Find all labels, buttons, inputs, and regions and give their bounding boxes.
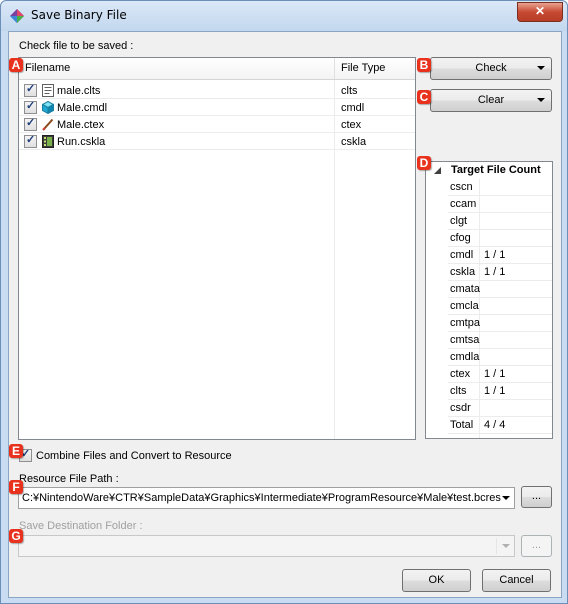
target-count-row[interactable]: cmtsa: [448, 332, 552, 349]
annotation-marker-a: A: [9, 58, 23, 72]
annotation-marker-d: D: [417, 156, 431, 170]
file-checkbox[interactable]: ✓: [24, 83, 37, 97]
target-count-row[interactable]: cmcla: [448, 298, 552, 315]
annotation-marker-b: B: [417, 58, 431, 72]
chevron-down-icon: [537, 98, 545, 102]
target-type-count: 1 / 1: [484, 368, 506, 380]
target-file-count-tree[interactable]: Target File Count cscn ccam clgt cfog cmdl 1 …: [425, 161, 553, 439]
file-row[interactable]: ✓ Male.cmdl cmdl: [19, 99, 415, 116]
resource-path-label: Resource File Path :: [19, 473, 119, 485]
chevron-down-icon[interactable]: [502, 544, 510, 548]
target-type-name: cmata: [450, 283, 480, 295]
target-type-name: cmcla: [450, 300, 479, 312]
clts-file-icon: [42, 84, 54, 97]
chevron-down-icon: [537, 66, 545, 70]
file-name: male.clts: [57, 85, 101, 97]
combine-label: Combine Files and Convert to Resource: [36, 450, 232, 462]
target-count-row[interactable]: cscn: [448, 179, 552, 196]
file-row[interactable]: ✓ male.clts clts: [19, 82, 415, 99]
target-type-count: 1 / 1: [484, 385, 506, 397]
check-mark: ✓: [26, 83, 36, 95]
check-mark: ✓: [26, 117, 36, 129]
annotation-marker-f: F: [9, 480, 23, 494]
file-type: cskla: [341, 136, 367, 148]
check-mark: ✓: [26, 100, 36, 112]
target-type-name: ctex: [450, 368, 471, 380]
file-row[interactable]: ✓ Run.cskla cskla: [19, 133, 415, 150]
file-checkbox[interactable]: ✓: [24, 117, 37, 131]
file-name: Male.ctex: [57, 119, 105, 131]
target-type-name: cmtsa: [450, 334, 480, 346]
target-type-name: cmtpa: [450, 317, 480, 329]
ctex-texture-icon: [42, 118, 54, 131]
target-count-row[interactable]: clgt: [448, 213, 552, 230]
target-type-name: cskla: [450, 266, 476, 278]
file-type: clts: [341, 85, 358, 97]
target-count-row[interactable]: ctex 1 / 1: [448, 366, 552, 383]
annotation-marker-g: G: [9, 529, 23, 543]
target-type-name: cmdl: [450, 249, 474, 261]
file-checkbox[interactable]: ✓: [24, 100, 37, 114]
target-count-row[interactable]: cmata: [448, 281, 552, 298]
check-button-label: Check: [475, 62, 507, 74]
column-filename[interactable]: Filename: [19, 58, 330, 79]
cskla-animation-icon: [42, 135, 54, 148]
check-mark: ✓: [26, 134, 36, 146]
target-type-count: 1 / 1: [484, 266, 506, 278]
target-type-name: csdr: [450, 402, 471, 414]
target-count-row[interactable]: cmtpa: [448, 315, 552, 332]
target-file-count-header[interactable]: Target File Count: [426, 162, 552, 179]
target-count-row[interactable]: cfog: [448, 230, 552, 247]
target-type-name: cmdla: [450, 351, 480, 363]
resource-path-combo[interactable]: C:¥NintendoWare¥CTR¥SampleData¥Graphics¥…: [18, 487, 515, 509]
resource-path-value: C:¥NintendoWare¥CTR¥SampleData¥Graphics¥…: [22, 492, 501, 504]
annotation-marker-e: E: [9, 444, 23, 458]
target-type-count: 1 / 1: [484, 249, 506, 261]
annotation-marker-c: C: [417, 90, 431, 104]
target-type-name: Total: [450, 419, 474, 431]
file-type: ctex: [341, 119, 362, 131]
ok-button[interactable]: OK: [402, 569, 471, 592]
clear-button-label: Clear: [477, 94, 505, 106]
check-files-label: Check file to be saved :: [19, 40, 134, 52]
file-row[interactable]: ✓ Male.ctex ctex: [19, 116, 415, 133]
target-type-name: cfog: [450, 232, 471, 244]
clear-button[interactable]: Clear: [430, 89, 552, 112]
target-type-count: 4 / 4: [484, 419, 506, 431]
cmdl-model-icon: [42, 101, 54, 114]
close-button[interactable]: ✕: [517, 2, 563, 22]
file-list-header: Filename File Type: [19, 58, 415, 80]
target-count-row[interactable]: clts 1 / 1: [448, 383, 552, 400]
title-bar[interactable]: Save Binary File ✕: [1, 1, 567, 31]
target-type-name: clgt: [450, 215, 468, 227]
app-icon: [10, 9, 24, 23]
target-count-row[interactable]: Total 4 / 4: [448, 417, 552, 434]
destination-label: Save Destination Folder :: [19, 520, 143, 532]
file-name: Male.cmdl: [57, 102, 108, 114]
destination-combo[interactable]: [18, 535, 515, 557]
check-button[interactable]: Check: [430, 57, 552, 80]
browse-resource-button[interactable]: ...: [521, 486, 552, 508]
target-count-row[interactable]: cskla 1 / 1: [448, 264, 552, 281]
cancel-button[interactable]: Cancel: [482, 569, 551, 592]
target-type-name: clts: [450, 385, 467, 397]
target-count-row[interactable]: ccam: [448, 196, 552, 213]
column-file-type[interactable]: File Type: [335, 58, 415, 79]
file-name: Run.cskla: [57, 136, 106, 148]
collapse-triangle-icon[interactable]: [434, 167, 441, 174]
file-list[interactable]: Filename File Type ✓ male.clts clts ✓ Ma…: [18, 57, 416, 440]
target-type-name: ccam: [450, 198, 477, 210]
chevron-down-icon[interactable]: [502, 496, 510, 500]
save-binary-file-dialog: Save Binary File ✕ Check file to be save…: [0, 0, 568, 604]
browse-destination-button[interactable]: ...: [521, 535, 552, 557]
target-count-row[interactable]: cmdla: [448, 349, 552, 366]
target-file-count-title: Target File Count: [451, 164, 541, 176]
target-type-name: cscn: [450, 181, 473, 193]
file-type: cmdl: [341, 102, 365, 114]
file-checkbox[interactable]: ✓: [24, 134, 37, 148]
window-title: Save Binary File: [31, 8, 127, 22]
target-count-row[interactable]: cmdl 1 / 1: [448, 247, 552, 264]
dialog-body: Check file to be saved : Filename File T…: [8, 31, 562, 598]
target-count-row[interactable]: csdr: [448, 400, 552, 417]
